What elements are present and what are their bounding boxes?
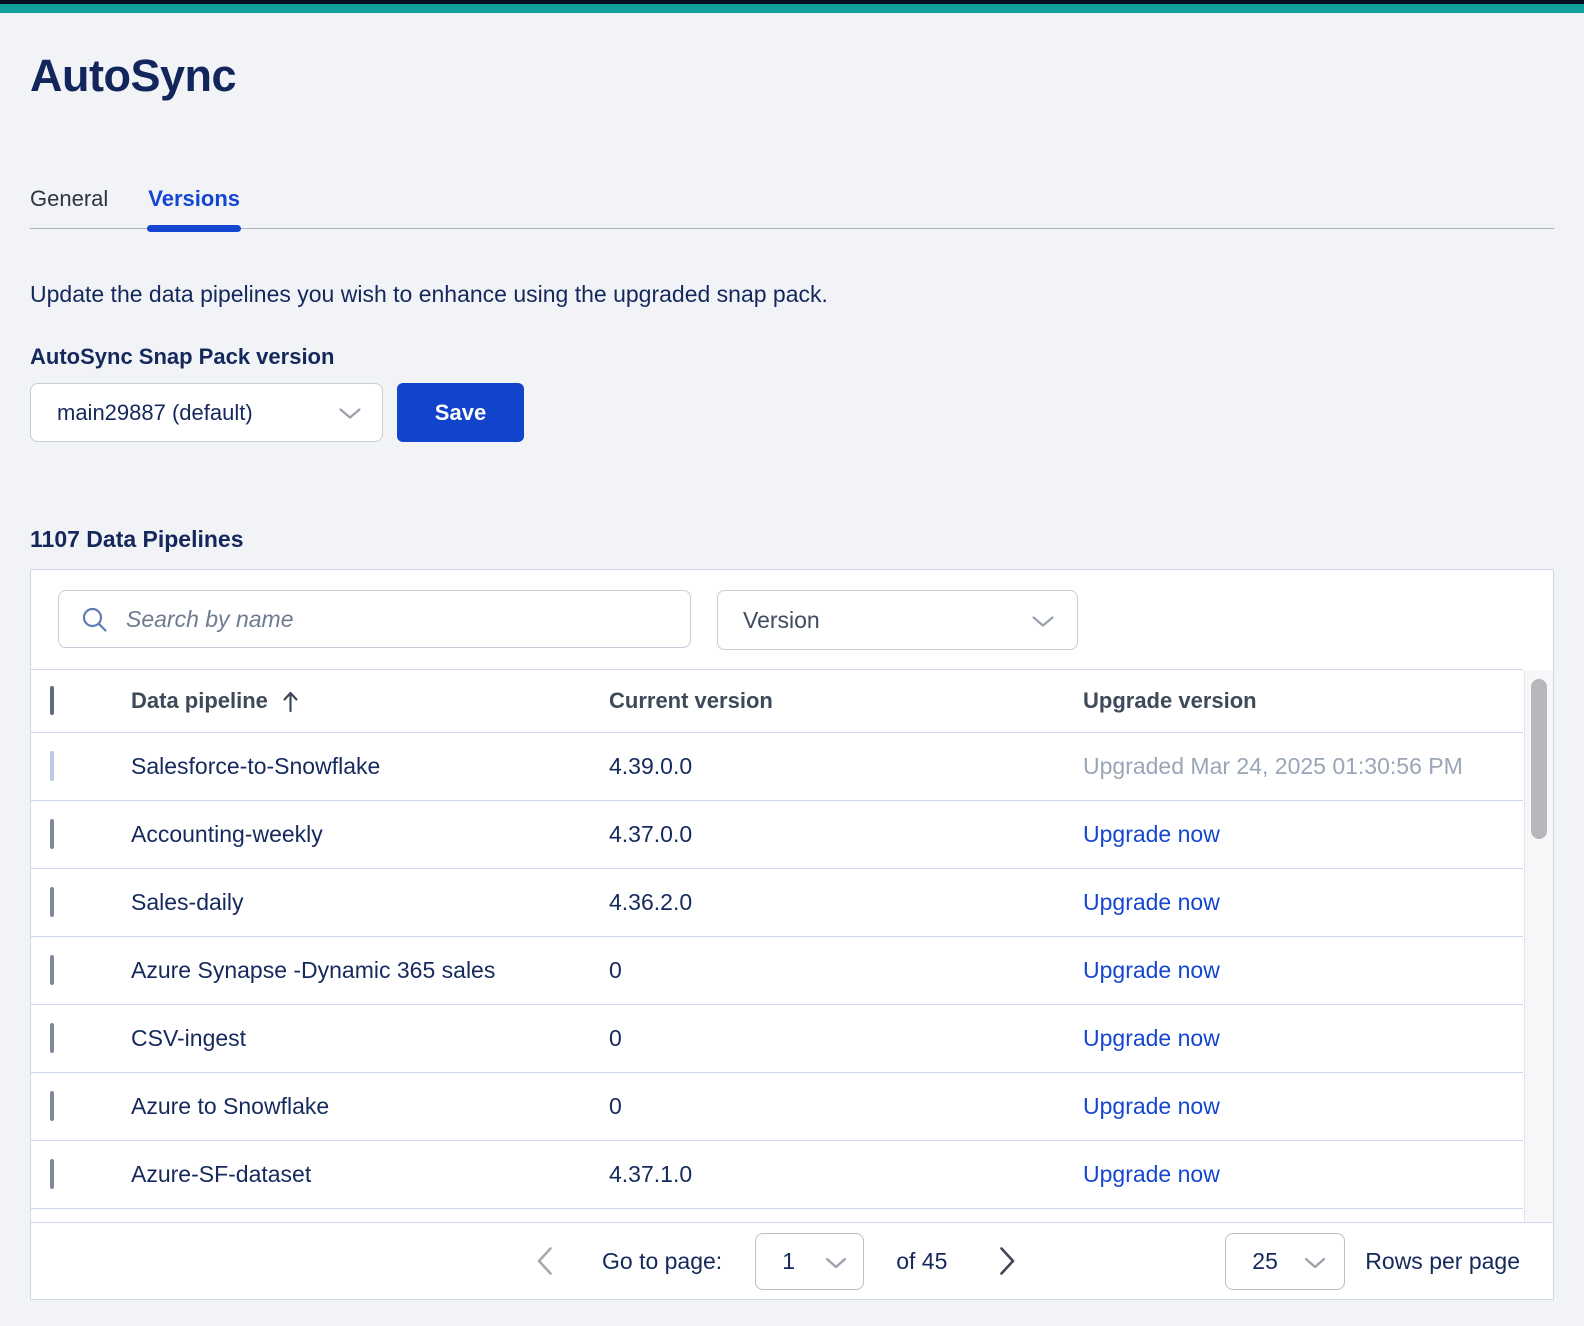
pipelines-count-heading: 1107 Data Pipelines [30,526,244,552]
total-pages-label: of 45 [896,1247,948,1274]
table-row: CSV-ingest 0 Upgrade now [31,1005,1523,1073]
tab-versions[interactable]: Versions [147,186,241,232]
current-version: 0 [609,1093,622,1119]
upgrade-now-link[interactable]: Upgrade now [1083,1025,1523,1052]
current-version: 4.39.0.0 [609,753,693,779]
save-button[interactable]: Save [397,383,524,442]
previous-page-button[interactable] [536,1246,553,1276]
upgrade-now-link[interactable]: Upgrade now [1083,821,1523,848]
row-checkbox[interactable] [50,1023,54,1053]
tab-bar: General Versions [30,186,1554,232]
snap-pack-version-label: AutoSync Snap Pack version [30,344,335,369]
go-to-page-label: Go to page: [602,1247,723,1274]
upgrade-now-link[interactable]: Upgrade now [1083,1093,1523,1120]
snap-pack-version-select[interactable]: main29887 (default) [30,383,383,442]
pipelines-table: Data pipeline Current version Upgrade ve… [31,669,1523,1221]
row-checkbox[interactable] [50,819,54,849]
chevron-down-icon [1031,607,1055,634]
current-version: 4.37.0.0 [609,821,693,847]
row-checkbox[interactable] [50,1091,54,1121]
top-bar-teal [0,4,1584,13]
chevron-down-icon [825,1248,847,1275]
table-row: Azure-SF-dataset 4.37.1.0 Upgrade now [31,1141,1523,1209]
pagination-bar: Go to page: 1 of 45 25 Rows per page [31,1222,1553,1299]
search-icon [82,607,107,632]
table-row: Sales-daily 4.36.2.0 Upgrade now [31,869,1523,937]
search-box[interactable] [58,590,691,648]
table-row: Accounting-weekly 4.37.0.0 Upgrade now [31,801,1523,869]
version-filter-select[interactable]: Version [717,590,1078,650]
chevron-right-icon [1000,1247,1015,1275]
table-header-row: Data pipeline Current version Upgrade ve… [31,669,1523,733]
page-number-select[interactable]: 1 [755,1232,865,1290]
pipeline-name: Salesforce-to-Snowflake [131,753,381,779]
row-checkbox[interactable] [50,955,54,985]
partial-row [31,1209,1523,1221]
pipeline-name: Accounting-weekly [131,821,323,847]
upgraded-status-text: Upgraded Mar 24, 2025 01:30:56 PM [1083,753,1463,779]
chevron-down-icon [338,400,362,426]
next-page-button[interactable] [999,1246,1016,1276]
tab-general[interactable]: General [30,186,108,228]
pipelines-panel: Version Data pipeline Current version Up… [30,569,1554,1300]
rows-per-page-select[interactable]: 25 [1225,1232,1346,1290]
rows-per-page-label: Rows per page [1365,1247,1520,1274]
table-scrollbar-thumb[interactable] [1531,679,1547,839]
snap-pack-version-value: main29887 (default) [57,399,253,425]
pipeline-name: Azure Synapse -Dynamic 365 sales [131,957,496,983]
table-scrollbar-track[interactable] [1524,670,1553,1223]
current-version: 0 [609,1025,622,1051]
column-header-upgrade-version[interactable]: Upgrade version [1083,688,1523,714]
table-row: Azure to Snowflake 0 Upgrade now [31,1073,1523,1141]
version-filter-label: Version [743,606,820,633]
pipeline-name: Sales-daily [131,889,244,915]
page-title: AutoSync [30,50,237,101]
select-all-checkbox[interactable] [50,686,54,715]
column-header-data-pipeline[interactable]: Data pipeline [131,688,268,714]
chevron-down-icon [1304,1248,1326,1275]
pipeline-name: CSV-ingest [131,1025,247,1051]
pipeline-name: Azure to Snowflake [131,1093,330,1119]
sort-up-arrow-icon[interactable] [282,690,299,713]
row-checkbox[interactable] [50,1159,54,1189]
upgrade-now-link[interactable]: Upgrade now [1083,889,1523,916]
pipeline-name: Azure-SF-dataset [131,1161,312,1187]
current-version: 4.37.1.0 [609,1161,693,1187]
row-checkbox [50,751,54,781]
upgrade-now-link[interactable]: Upgrade now [1083,957,1523,984]
chevron-left-icon [537,1247,552,1275]
current-version: 4.36.2.0 [609,889,693,915]
page-description: Update the data pipelines you wish to en… [30,281,828,307]
table-row: Salesforce-to-Snowflake 4.39.0.0 Upgrade… [31,733,1523,801]
table-row: Azure Synapse -Dynamic 365 sales 0 Upgra… [31,937,1523,1005]
row-checkbox[interactable] [50,887,54,917]
page-number-value: 1 [782,1247,795,1274]
search-input[interactable] [124,604,674,634]
rows-per-page-value: 25 [1252,1247,1278,1274]
upgrade-now-link[interactable]: Upgrade now [1083,1161,1523,1188]
column-header-current-version[interactable]: Current version [609,688,1083,714]
current-version: 0 [609,957,622,983]
